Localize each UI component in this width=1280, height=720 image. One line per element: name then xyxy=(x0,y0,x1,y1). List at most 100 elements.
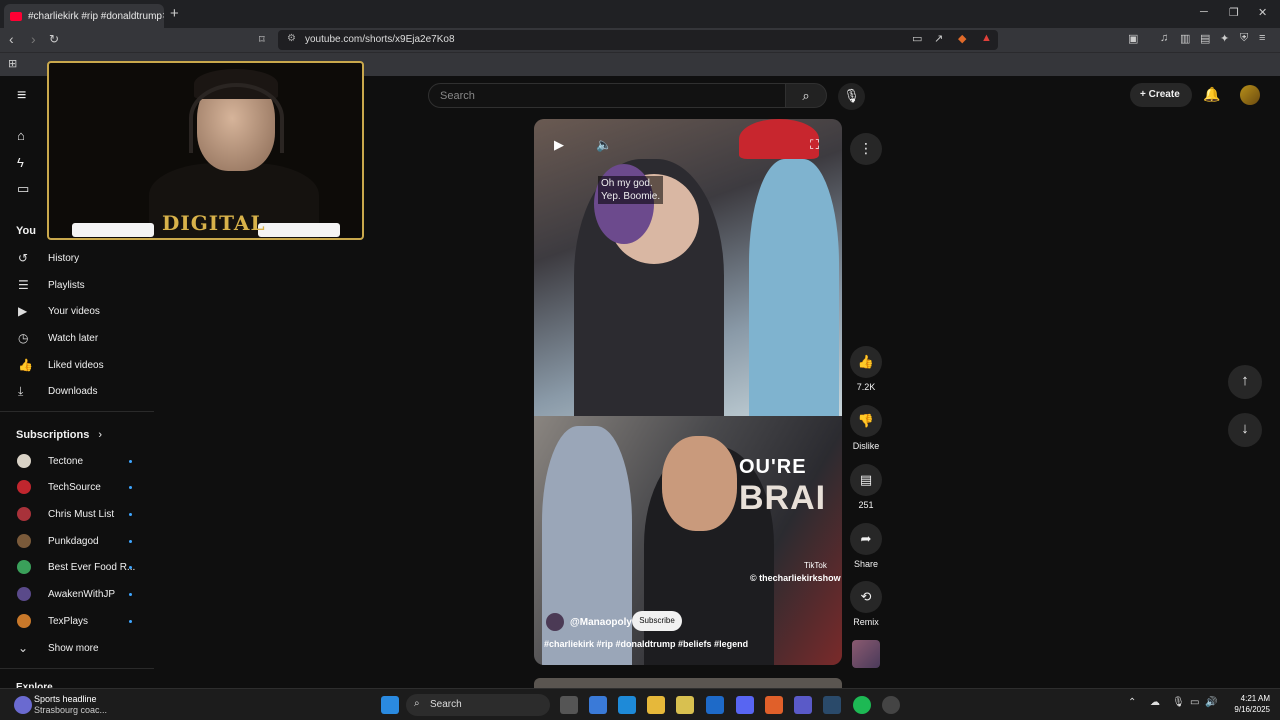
dislike-button[interactable]: 👎 Dislike xyxy=(850,405,882,451)
short-video-player[interactable]: OU'RE BRAI ▶ 🔈 ⛶ Oh my god. Yep. Boomie.… xyxy=(534,119,842,665)
subscription-techsource[interactable]: TechSource xyxy=(0,474,154,501)
browser-menu-icon[interactable]: ≡ xyxy=(1259,32,1265,44)
comments-button[interactable]: ▤ 251 xyxy=(850,464,882,510)
url-text: youtube.com/shorts/x9Eja2e7Ko8 xyxy=(305,34,455,45)
next-short-preview[interactable] xyxy=(534,678,842,688)
task-view-icon[interactable] xyxy=(560,696,578,714)
outlook-icon[interactable] xyxy=(706,696,724,714)
channel-name[interactable]: @Manaopoly xyxy=(570,617,632,628)
reader-icon[interactable]: ▥ xyxy=(1180,32,1190,45)
home-icon[interactable]: ⌂ xyxy=(17,128,25,143)
search-button[interactable]: ⌕ xyxy=(785,83,827,108)
share-button[interactable]: ➦ Share xyxy=(850,523,882,569)
tab-close-icon[interactable]: × xyxy=(162,10,164,22)
network-icon[interactable]: ▭ xyxy=(1190,697,1199,708)
subscription-punkdagod[interactable]: Punkdagod xyxy=(0,528,154,555)
brave-shields-icon[interactable]: ◆ xyxy=(958,32,966,45)
apps-grid-icon[interactable]: ⊞ xyxy=(8,57,17,70)
news-subtitle[interactable]: Strasbourg coac... xyxy=(34,705,107,715)
address-bar[interactable]: ⚙ youtube.com/shorts/x9Eja2e7Ko8 xyxy=(278,30,998,50)
browser-tab[interactable]: #charliekirk #rip #donaldtrump × xyxy=(4,4,164,28)
subscription-label: Punkdagod xyxy=(48,536,99,547)
sidebar-toggle-icon[interactable]: ▣ xyxy=(1128,32,1138,45)
news-headline[interactable]: Sports headline xyxy=(34,694,97,704)
brave-icon[interactable] xyxy=(765,696,783,714)
forward-icon[interactable]: › xyxy=(31,31,36,47)
spotify-icon[interactable] xyxy=(853,696,871,714)
edge-icon[interactable] xyxy=(618,696,636,714)
sidebar-item-downloads[interactable]: ⤓ Downloads xyxy=(0,378,154,405)
volume-icon[interactable]: 🔈 xyxy=(596,137,612,153)
leo-ai-icon[interactable]: ✦ xyxy=(1220,32,1229,45)
new-tab-button[interactable]: + xyxy=(170,5,179,22)
remix-icon: ⟲ xyxy=(850,581,882,613)
shorts-icon[interactable]: ϟ xyxy=(17,155,24,170)
channel-avatar xyxy=(17,534,31,548)
subscription-label: AwakenWithJP xyxy=(48,589,116,600)
wallet-icon[interactable]: ▤ xyxy=(1200,32,1210,45)
site-info-icon[interactable]: ⚙ xyxy=(287,33,296,44)
sidebar-item-watch-later[interactable]: ◷ Watch later xyxy=(0,325,154,352)
sidebar-item-your-videos[interactable]: ▶ Your videos xyxy=(0,298,154,325)
tray-chevron-icon[interactable]: ⌃ xyxy=(1128,697,1136,708)
sidebar-item-liked-videos[interactable]: 👍 Liked videos xyxy=(0,352,154,379)
back-icon[interactable]: ‹ xyxy=(9,31,14,47)
sidebar-item-history[interactable]: ↺ History xyxy=(0,245,154,272)
start-windows-icon[interactable] xyxy=(381,696,399,714)
subscription-label: TechSource xyxy=(48,482,101,493)
voice-search-button[interactable]: 🎙 xyxy=(838,83,865,110)
teams-icon[interactable] xyxy=(794,696,812,714)
obs-icon[interactable] xyxy=(882,696,900,714)
maximize-icon[interactable]: ❐ xyxy=(1229,6,1239,19)
vpn-icon[interactable]: ⛨ xyxy=(1240,32,1248,45)
subscription-tectone[interactable]: Tectone xyxy=(0,448,154,475)
subscription-texplays[interactable]: TexPlays xyxy=(0,608,154,635)
hamburger-menu-icon[interactable]: ≡ xyxy=(17,87,26,105)
fullscreen-icon[interactable]: ⛶ xyxy=(810,137,819,153)
new-content-dot xyxy=(129,460,132,463)
file-explorer-icon[interactable] xyxy=(647,696,665,714)
store-icon[interactable] xyxy=(676,696,694,714)
previous-short-button[interactable]: ↑ xyxy=(1228,365,1262,399)
audio-track-thumbnail[interactable] xyxy=(852,640,880,668)
more-options-button[interactable]: ⋮ xyxy=(850,133,882,165)
remix-button[interactable]: ⟲ Remix xyxy=(850,581,882,627)
window-close-icon[interactable]: ✕ xyxy=(1258,6,1267,19)
play-icon[interactable]: ▶ xyxy=(554,137,564,153)
create-button[interactable]: + Create xyxy=(1130,83,1192,107)
minimize-icon[interactable]: ─ xyxy=(1200,6,1208,18)
volume-tray-icon[interactable]: 🔊 xyxy=(1205,697,1217,708)
short-title[interactable]: #charliekirk #rip #donaldtrump #beliefs … xyxy=(544,639,748,649)
brave-rewards-icon[interactable]: ▲ xyxy=(981,32,992,44)
microphone-tray-icon[interactable]: 🎙 xyxy=(1172,697,1185,708)
copilot-icon[interactable] xyxy=(589,696,607,714)
onedrive-icon[interactable]: ☁ xyxy=(1150,697,1160,708)
you-section-title[interactable]: You xyxy=(16,225,36,237)
show-more-button[interactable]: ⌄ Show more xyxy=(0,635,154,662)
media-icon[interactable]: ♫ xyxy=(1160,32,1168,44)
your-videos-icon: ▶ xyxy=(18,304,28,318)
user-avatar[interactable] xyxy=(1240,85,1260,105)
cast-icon[interactable]: ▭ xyxy=(912,32,922,45)
steam-icon[interactable] xyxy=(823,696,841,714)
reload-icon[interactable]: ↻ xyxy=(49,32,59,46)
share-page-icon[interactable]: ↗ xyxy=(934,32,943,45)
system-clock[interactable]: 4:21 AM 9/16/2025 xyxy=(1218,693,1270,715)
like-button[interactable]: 👍 7.2K xyxy=(850,346,882,392)
subscription-best-ever-food[interactable]: Best Ever Food R... xyxy=(0,554,154,581)
next-short-button[interactable]: ↓ xyxy=(1228,413,1262,447)
news-widget-icon[interactable] xyxy=(14,696,32,714)
subscriptions-icon[interactable]: ▭ xyxy=(17,181,29,197)
notifications-bell-icon[interactable]: 🔔 xyxy=(1203,86,1220,103)
sidebar-item-playlists[interactable]: ☰ Playlists xyxy=(0,272,154,299)
channel-avatar[interactable] xyxy=(546,613,564,631)
discord-icon[interactable] xyxy=(736,696,754,714)
subscription-chris-must-list[interactable]: Chris Must List xyxy=(0,501,154,528)
taskbar-search[interactable]: ⌕ Search xyxy=(406,694,550,716)
subscriptions-section-title[interactable]: Subscriptions › xyxy=(16,429,102,441)
search-input[interactable]: Search xyxy=(428,83,786,108)
subscribe-button[interactable]: Subscribe xyxy=(632,611,682,631)
sign-line: OU'RE xyxy=(739,456,807,478)
subscription-awakenwithjp[interactable]: AwakenWithJP xyxy=(0,581,154,608)
bookmark-icon[interactable]: ⌑ xyxy=(259,33,265,46)
